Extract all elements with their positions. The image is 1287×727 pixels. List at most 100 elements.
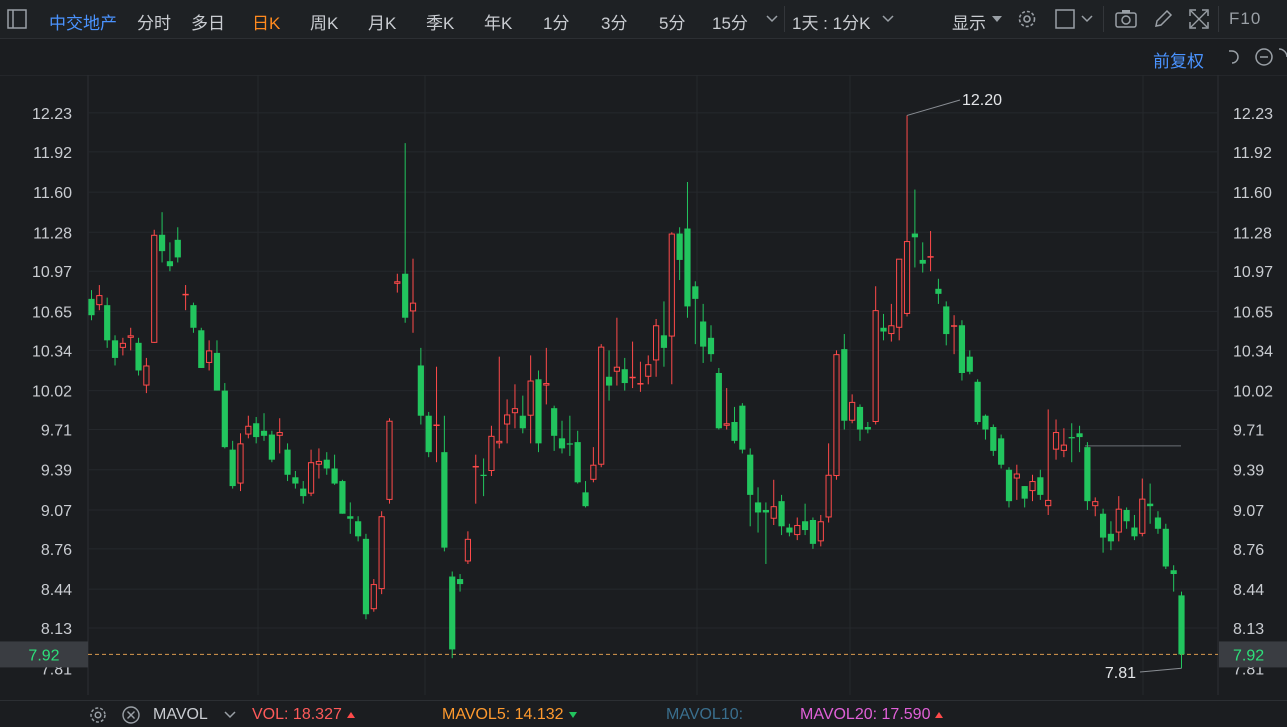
candle-body-up [888,325,895,335]
candle-body-down [786,527,793,533]
sidebar-toggle-icon[interactable] [7,9,27,29]
candle-body-up [1013,473,1020,479]
candle-body-up [127,335,134,338]
candle-body-up [245,425,252,435]
undo-icon[interactable] [1226,48,1244,66]
candle-body-down [778,501,785,527]
candle-body-up [409,302,417,312]
zoom-out-icon[interactable] [1254,47,1274,67]
divider [784,6,785,32]
candle-body-down [558,438,566,449]
y-tick-label-left: 9.07 [41,503,72,520]
candle-body-down [998,438,1005,465]
candle-body-up [143,365,150,386]
tab-1min[interactable]: 1分 [543,9,569,34]
candle-body-down [880,327,887,332]
y-tick-label-left: 8.76 [41,542,72,559]
candle-body-up [849,401,856,421]
vol-label: VOL: [252,706,289,723]
candle-body-down [221,390,228,448]
candle-body-up [488,435,495,471]
candle-body-down [535,379,542,444]
y-tick-label-left: 10.65 [32,304,72,321]
interval-selector[interactable]: 1天 : 1分K [792,9,870,34]
display-menu[interactable]: 显示 [952,9,986,34]
period-dropdown-chevron-icon[interactable] [766,15,778,23]
y-tick-label-left: 12.23 [32,106,72,123]
candle-body-up [645,364,652,377]
ma10-label: MAVOL10: [666,706,744,723]
candle-body-up [770,506,777,519]
adjust-mode-button[interactable]: 前复权 [1153,47,1204,72]
gear-icon[interactable] [1016,8,1038,30]
ma20-readout: MAVOL20: 17.590 [800,706,944,724]
tab-week-k[interactable]: 周K [310,9,338,34]
candle-body-down [1021,486,1028,499]
candle-body-down [864,427,871,430]
tab-fenshi[interactable]: 分时 [137,9,171,34]
candle-body-up [394,281,401,284]
layout-chevron-icon[interactable] [1081,15,1093,23]
layout-box-icon[interactable] [1055,9,1075,29]
candle-body-up [1115,508,1122,533]
fullscreen-icon[interactable] [1188,8,1210,30]
candle-body-up [472,465,479,468]
tab-year-k[interactable]: 年K [484,9,512,34]
candle-body-down [1076,433,1083,438]
candle-body-down [449,576,456,650]
indicator-name[interactable]: MAVOL [153,706,208,724]
chart-canvas[interactable]: 12.23 12.23 11.92 11.92 11.60 11.60 11.28 11.28… [0,74,1287,698]
candle-body-up [527,380,534,416]
y-tick-label-right: 9.39 [1233,463,1264,480]
candle-body-up [182,293,189,296]
y-tick-label-right: 8.44 [1233,582,1264,599]
candle-body-down [1084,447,1091,502]
candle-body-down [574,442,581,483]
candle-body-down [135,342,142,371]
candle-body-down [347,516,354,519]
tab-multi-day[interactable]: 多日 [191,9,225,34]
indicator-chevron-icon[interactable] [224,711,236,719]
candle-body-down [88,298,95,316]
candle-body-down [958,325,966,373]
candle-body-down [331,468,338,484]
ma10-readout: MAVOL10: [666,706,743,724]
ma5-label: MAVOL5: [442,706,511,723]
candle-body-down [260,430,268,436]
tab-day-k[interactable]: 日K [252,9,280,34]
interval-chevron-icon[interactable] [882,15,894,23]
y-tick-label-right: 11.92 [1233,145,1272,162]
tab-5min[interactable]: 5分 [659,9,685,34]
candle-body-up [598,346,605,465]
ma5-readout: MAVOL5: 14.132 [442,706,577,724]
candle-body-up [817,521,824,542]
camera-icon[interactable] [1114,8,1138,30]
candle-body-up [511,408,519,414]
candle-body-up [723,423,730,426]
tab-15min[interactable]: 15分 [712,9,748,34]
tab-3min[interactable]: 3分 [601,9,627,34]
candle-body-up [1052,432,1060,450]
chart-toolbar: 中交地产 分时 多日 日K 周K 月K 季K 年K 1分 3分 5分 15分 1… [0,0,1287,39]
tab-quarter-k[interactable]: 季K [426,9,454,34]
candle-body-up [927,256,934,258]
candlestick-chart[interactable]: 12.23 12.23 11.92 11.92 11.60 11.60 11.28 11.28… [0,74,1287,698]
stock-name[interactable]: 中交地产 [49,9,117,34]
y-tick-label-left: 10.34 [32,343,72,360]
gear-icon[interactable] [88,705,108,725]
candle-body-up [637,383,644,385]
y-tick-label-left: 11.60 [33,185,72,202]
candle-body-up [590,464,597,480]
tab-month-k[interactable]: 月K [368,9,396,34]
close-icon[interactable] [121,705,141,725]
pencil-icon[interactable] [1152,8,1174,30]
candle-body-down [692,286,699,299]
zoom-in-icon[interactable] [1279,47,1287,67]
candle-body-down [1178,595,1185,655]
candle-body-down [660,335,668,348]
candle-body-down [582,492,589,507]
candle-body-down [754,502,762,513]
display-chevron-icon[interactable] [992,16,1002,23]
low-annotation-label: 7.81 [1105,665,1136,682]
f10-button[interactable]: F10 [1229,9,1261,29]
